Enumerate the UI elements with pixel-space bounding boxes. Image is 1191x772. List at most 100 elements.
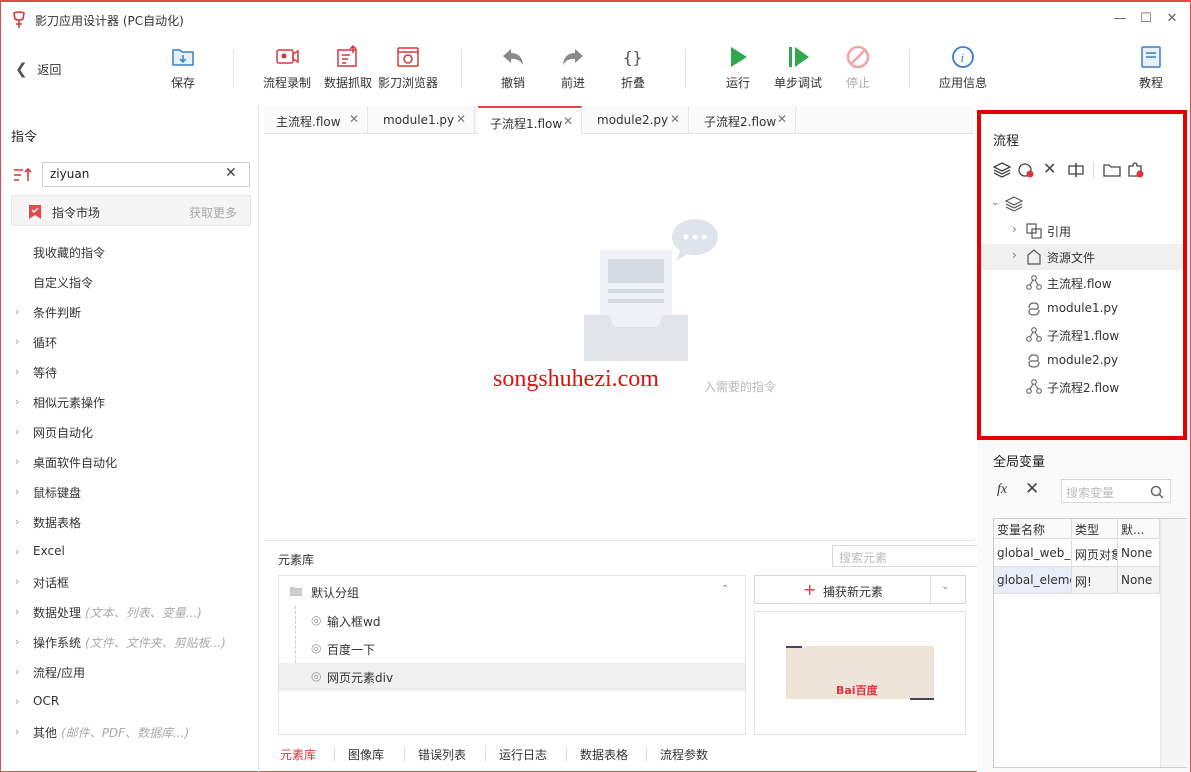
command-category-item[interactable]: › 其他 (邮件、PDF、数据库...) xyxy=(1,717,259,747)
close-tab-icon[interactable]: ✕ xyxy=(563,114,573,128)
delete-icon[interactable]: ✕ xyxy=(1043,159,1056,178)
variable-search-input[interactable]: 搜索变量 xyxy=(1061,479,1171,503)
flow-canvas[interactable]: 入需要的指令 xyxy=(264,135,974,537)
command-category-item[interactable]: › OCR xyxy=(1,687,259,717)
variable-table-cell[interactable]: 网页对象 xyxy=(1072,540,1118,567)
command-category-item[interactable]: › 鼠标键盘 xyxy=(1,477,259,507)
variable-table-cell[interactable]: global_web_p xyxy=(994,540,1072,567)
command-category-text: 自定义指令 xyxy=(33,276,94,290)
add-flow-icon[interactable] xyxy=(1017,162,1035,178)
bottom-tab[interactable]: 元素库 xyxy=(280,746,316,763)
record-icon xyxy=(276,49,299,64)
maximize-button[interactable]: ☐ xyxy=(1137,10,1155,28)
chevron-right-icon: › xyxy=(15,305,20,318)
command-category-item[interactable]: › 数据处理 (文本、列表、变量...) xyxy=(1,597,259,627)
file-tab[interactable]: module1.py ✕ xyxy=(371,106,475,134)
flow-tree-item[interactable]: 子流程2.flow xyxy=(981,374,1183,400)
run-button[interactable]: 运行 xyxy=(706,44,770,96)
sort-icon[interactable] xyxy=(13,167,33,183)
flow-tree-item[interactable]: module1.py xyxy=(981,296,1183,322)
command-category-item[interactable]: 我收藏的指令 xyxy=(1,237,259,267)
market-more-link[interactable]: 获取更多 xyxy=(189,204,237,221)
element-search-placeholder: 搜索元素 xyxy=(839,551,888,565)
save-button[interactable]: 保存 xyxy=(151,44,215,96)
command-category-item[interactable]: › 对话框 xyxy=(1,567,259,597)
close-tab-icon[interactable]: ✕ xyxy=(777,112,787,126)
file-tab[interactable]: 主流程.flow ✕ xyxy=(264,106,368,134)
chevron-right-icon: › xyxy=(15,695,20,708)
fold-button[interactable]: {} 折叠 xyxy=(601,44,665,96)
minimize-button[interactable]: — xyxy=(1111,10,1129,28)
chevron-up-icon[interactable]: ⌃ xyxy=(721,584,729,595)
layers-icon[interactable] xyxy=(993,162,1011,178)
add-variable-icon[interactable]: fx xyxy=(997,482,1007,498)
browser-button[interactable]: 影刀浏览器 xyxy=(376,44,440,96)
element-group-row[interactable]: 默认分组 ⌃ xyxy=(279,576,745,606)
data-capture-button[interactable]: 数据抓取 xyxy=(316,44,380,96)
flow-tree-item[interactable]: module2.py xyxy=(981,348,1183,374)
command-category-item[interactable]: 自定义指令 xyxy=(1,267,259,297)
element-item[interactable]: ◎ 输入框wd xyxy=(279,607,745,635)
tutorial-button[interactable]: 教程 xyxy=(1119,44,1183,96)
command-market-button[interactable]: 指令市场 获取更多 xyxy=(11,195,251,226)
close-tab-icon[interactable]: ✕ xyxy=(670,112,680,126)
flow-tree-item[interactable]: 主流程.flow xyxy=(981,270,1183,296)
chevron-right-icon: › xyxy=(15,395,20,408)
bottom-tab[interactable]: 错误列表 xyxy=(418,746,466,763)
variable-table-cell[interactable]: 网! xyxy=(1072,567,1118,594)
search-icon[interactable] xyxy=(1150,485,1164,499)
flow-tree-item[interactable]: › 引用 xyxy=(981,218,1183,244)
command-category-item[interactable]: › Excel xyxy=(1,537,259,567)
stop-button[interactable]: 停止 xyxy=(826,44,890,96)
command-category-label: 其他 (邮件、PDF、数据库...) xyxy=(33,724,189,741)
element-item-label: 输入框wd xyxy=(327,615,381,629)
delete-variable-icon[interactable]: ✕ xyxy=(1025,479,1039,499)
flow-tree-item[interactable]: › 资源文件 xyxy=(981,244,1183,270)
close-tab-icon[interactable]: ✕ xyxy=(349,112,359,126)
capture-element-button[interactable]: + 捕获新元素 ⌄ xyxy=(754,575,966,604)
close-button[interactable]: ✕ xyxy=(1163,10,1181,28)
tab-divider xyxy=(646,747,647,761)
command-search-input[interactable]: ziyuan ✕ xyxy=(42,162,250,187)
command-category-item[interactable]: › 数据表格 xyxy=(1,507,259,537)
command-category-item[interactable]: › 网页自动化 xyxy=(1,417,259,447)
bottom-tab[interactable]: 运行日志 xyxy=(499,746,547,763)
variable-search-placeholder: 搜索变量 xyxy=(1066,486,1115,500)
bottom-tab[interactable]: 数据表格 xyxy=(580,746,628,763)
redo-button[interactable]: 前进 xyxy=(541,44,605,96)
variable-table-cell[interactable]: global_eleme xyxy=(994,567,1072,594)
command-category-item[interactable]: › 循环 xyxy=(1,327,259,357)
flow-tree-item[interactable]: 子流程1.flow xyxy=(981,322,1183,348)
command-category-item[interactable]: › 桌面软件自动化 xyxy=(1,447,259,477)
puzzle-add-icon[interactable] xyxy=(1127,162,1145,178)
command-category-item[interactable]: › 条件判断 xyxy=(1,297,259,327)
step-debug-button[interactable]: 单步调试 xyxy=(766,44,830,96)
chevron-down-icon[interactable]: ⌄ xyxy=(941,581,949,592)
element-item[interactable]: ◎ 网页元素div xyxy=(279,663,745,691)
file-tab[interactable]: 子流程1.flow ✕ xyxy=(478,106,582,134)
undo-button[interactable]: 撤销 xyxy=(481,44,545,96)
flow-root-row[interactable]: ⌄ xyxy=(991,196,1031,216)
bottom-tab[interactable]: 流程参数 xyxy=(660,746,708,763)
app-info-button[interactable]: i 应用信息 xyxy=(931,44,995,96)
variable-table-cell[interactable]: None xyxy=(1118,540,1160,567)
close-tab-icon[interactable]: ✕ xyxy=(456,112,466,126)
back-button[interactable]: ❮ 返回 xyxy=(15,60,61,78)
command-category-item[interactable]: › 相似元素操作 xyxy=(1,387,259,417)
file-tab[interactable]: module2.py ✕ xyxy=(585,106,689,134)
file-tab[interactable]: 子流程2.flow ✕ xyxy=(692,106,796,134)
clear-search-icon[interactable]: ✕ xyxy=(225,165,237,181)
bottom-tab[interactable]: 图像库 xyxy=(348,746,384,763)
file-tabs: 主流程.flow ✕ module1.py ✕ 子流程1.flow ✕ module2.py… xyxy=(264,106,974,134)
command-category-item[interactable]: › 流程/应用 xyxy=(1,657,259,687)
command-category-text: 数据处理 xyxy=(33,606,82,620)
file-tab-label: module2.py xyxy=(597,113,669,127)
variable-table-cell[interactable]: None xyxy=(1118,567,1160,594)
rename-icon[interactable] xyxy=(1067,162,1085,178)
folder-open-icon[interactable] xyxy=(1103,162,1121,178)
variable-table-scrollbar[interactable] xyxy=(1160,519,1187,767)
element-item[interactable]: ◎ 百度一下 xyxy=(279,635,745,663)
command-category-item[interactable]: › 等待 xyxy=(1,357,259,387)
command-category-item[interactable]: › 操作系统 (文件、文件夹、剪贴板...) xyxy=(1,627,259,657)
record-button[interactable]: 流程录制 xyxy=(255,44,319,96)
